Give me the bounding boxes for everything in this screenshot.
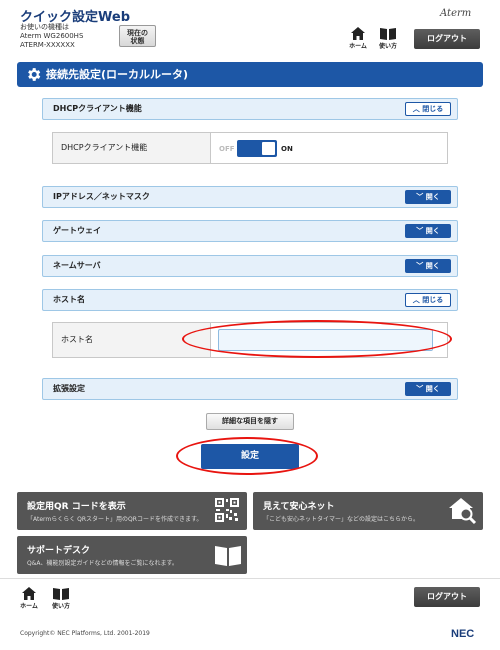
safe-card-desc: 「こども安心ネットタイマー」などの設定はこちらから。 (263, 516, 420, 523)
chevron-up-icon: ︿ (412, 296, 423, 304)
home-icon (351, 27, 365, 40)
ip-open-button[interactable]: ﹀ 開く (405, 190, 451, 204)
safe-net-card[interactable]: 見えて安心ネット 「こども安心ネットタイマー」などの設定はこちらから。 (253, 492, 483, 530)
qr-code-icon (215, 498, 239, 522)
book-icon (215, 546, 241, 566)
home-icon (22, 587, 36, 600)
section-ip-label: IPアドレス／ネットマスク (53, 192, 150, 201)
extended-open-label: 開く (425, 385, 440, 393)
extended-open-button[interactable]: ﹀ 開く (405, 382, 451, 396)
page-title: 接続先設定(ローカルルータ) (46, 68, 189, 81)
device-info: お使いの機種は Aterm WG2600HS ATERM-XXXXXX (20, 23, 83, 50)
qr-card-title: 設定用QR コードを表示 (27, 502, 126, 512)
toggle-off-label: OFF (219, 145, 235, 153)
dhcp-row-label: DHCPクライアント機能 (53, 133, 211, 163)
chevron-up-icon: ︿ (412, 105, 423, 113)
footer-logout-button[interactable]: ログアウト (414, 587, 480, 607)
support-desk-card[interactable]: サポートデスク Q&A、機能別設定ガイドなどの情報をご覧になれます。 (17, 536, 247, 574)
hide-details-button[interactable]: 詳細な項目を隠す (206, 413, 294, 430)
book-icon (380, 28, 396, 40)
nec-logo: NEC (451, 628, 475, 640)
section-nameserver-label: ネームサーバ (53, 261, 101, 270)
highlight-ellipse-input (182, 320, 452, 358)
footer-home-nav[interactable]: ホーム (14, 587, 44, 610)
section-extended-label: 拡張設定 (53, 384, 85, 393)
dhcp-close-label: 閉じる (422, 105, 444, 113)
book-icon (53, 588, 69, 600)
toggle-on-label: ON (281, 145, 293, 153)
hostname-close-label: 閉じる (422, 296, 444, 304)
section-nameserver[interactable]: ネームサーバ ﹀ 開く (42, 255, 458, 277)
copyright: Copyright© NEC Platforms, Ltd. 2001-2019 (20, 630, 150, 637)
home-label: ホーム (349, 43, 367, 50)
footer-divider (0, 578, 500, 579)
chevron-down-icon: ﹀ (416, 262, 426, 270)
section-gateway-label: ゲートウェイ (53, 226, 101, 235)
support-card-desc: Q&A、機能別設定ガイドなどの情報をご覧になれます。 (27, 560, 178, 567)
chevron-down-icon: ﹀ (416, 193, 426, 201)
home-nav[interactable]: ホーム (343, 27, 373, 50)
highlight-ellipse-submit (176, 437, 318, 475)
section-gateway[interactable]: ゲートウェイ ﹀ 開く (42, 220, 458, 242)
help-label: 使い方 (378, 43, 397, 50)
status-button-line1: 現在の (127, 29, 148, 37)
section-hostname[interactable]: ホスト名 ︿ 閉じる (42, 289, 458, 311)
gateway-open-button[interactable]: ﹀ 開く (405, 224, 451, 238)
dhcp-close-button[interactable]: ︿ 閉じる (405, 102, 451, 116)
current-status-button[interactable]: 現在の 状態 (119, 25, 156, 47)
section-dhcp[interactable]: DHCPクライアント機能 ︿ 閉じる (42, 98, 458, 120)
device-name: ATERM-XXXXXX (20, 41, 75, 49)
section-dhcp-label: DHCPクライアント機能 (53, 104, 142, 113)
status-button-line2: 状態 (130, 37, 145, 45)
toggle-knob (262, 142, 275, 155)
support-card-title: サポートデスク (27, 546, 91, 556)
footer-home-label: ホーム (20, 603, 38, 610)
gateway-open-label: 開く (425, 227, 440, 235)
nameserver-open-label: 開く (425, 262, 440, 270)
device-label: お使いの機種は (20, 23, 69, 31)
qr-card-desc: 「Atermらくらく QRスタート」用のQRコードを作成できます。 (27, 516, 203, 523)
help-nav[interactable]: 使い方 (373, 27, 403, 50)
logout-button[interactable]: ログアウト (414, 29, 480, 49)
house-search-icon (449, 498, 477, 525)
safe-card-title: 見えて安心ネット (263, 502, 335, 512)
footer-help-label: 使い方 (51, 603, 70, 610)
dhcp-toggle[interactable] (237, 140, 277, 157)
page-title-bar: 接続先設定(ローカルルータ) (17, 62, 483, 87)
nameserver-open-button[interactable]: ﹀ 開く (405, 259, 451, 273)
gear-icon (28, 68, 41, 81)
qr-code-card[interactable]: 設定用QR コードを表示 「Atermらくらく QRスタート」用のQRコードを作… (17, 492, 247, 530)
brand-logo: Aterm (440, 8, 472, 19)
device-model: Aterm WG2600HS (20, 32, 84, 40)
footer-help-nav[interactable]: 使い方 (46, 587, 76, 610)
ip-open-label: 開く (425, 193, 440, 201)
chevron-down-icon: ﹀ (416, 227, 426, 235)
section-ip-netmask[interactable]: IPアドレス／ネットマスク ﹀ 開く (42, 186, 458, 208)
hostname-close-button[interactable]: ︿ 閉じる (405, 293, 451, 307)
section-extended[interactable]: 拡張設定 ﹀ 開く (42, 378, 458, 400)
chevron-down-icon: ﹀ (416, 385, 426, 393)
section-hostname-label: ホスト名 (53, 295, 85, 304)
